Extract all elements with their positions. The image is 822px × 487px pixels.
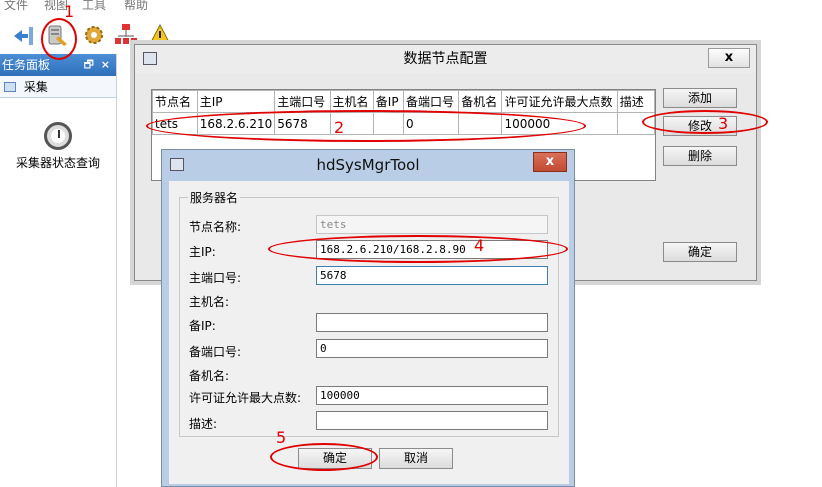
menu-bar: 文件 视图 工具 帮助 [0,0,822,14]
backup-host-label: 备机名: [189,369,230,383]
annotation-number-4: 4 [474,236,485,255]
col-backup-host[interactable]: 备机名 [458,90,503,113]
annotation-number-2: 2 [334,118,345,137]
group-icon [4,82,16,92]
close-button[interactable]: x [708,48,750,68]
ok-button[interactable]: 确定 [663,242,737,262]
menu-file[interactable]: 文件 [4,0,28,13]
annotation-number-5: 5 [276,428,287,447]
edit-node-dialog: hdSysMgrTool x 服务器名 节点名称: tets 主IP: 168.… [161,149,575,487]
collector-status-label: 采集器状态查询 [15,156,100,170]
collector-status-tool[interactable]: 采集器状态查询 [6,122,110,171]
main-host-label: 主机名: [189,295,230,309]
main-ip-label: 主IP: [189,245,216,259]
server-group-title: 服务器名 [188,189,241,206]
backup-port-label: 备端口号: [189,345,242,359]
annotation-ellipse-2 [146,110,586,142]
col-main-ip[interactable]: 主IP [196,90,276,113]
description-field[interactable] [316,411,548,430]
edit-node-title: hdSysMgrTool [316,156,420,174]
settings-gear-icon[interactable] [82,22,106,48]
col-main-port[interactable]: 主端口号 [274,90,331,113]
app-icon [143,52,157,65]
main-port-field[interactable]: 5678 [316,266,548,285]
add-button[interactable]: 添加 [663,88,737,108]
col-node-name[interactable]: 节点名 [152,90,198,113]
col-description[interactable]: 描述 [616,90,656,113]
edit-node-titlebar: hdSysMgrTool x [162,150,574,180]
license-max-field[interactable]: 100000 [316,386,548,405]
main-port-label: 主端口号: [189,271,242,285]
task-panel-title: 任务面板 [2,58,51,72]
delete-button[interactable]: 删除 [663,146,737,166]
table-header-row: 节点名 主IP 主端口号 主机名 备IP 备端口号 备机名 许可证允许最大点数 … [152,90,656,113]
node-config-title: 数据节点配置 [403,51,488,67]
annotation-number-3: 3 [718,114,729,133]
task-group-collect[interactable]: 采集 [0,76,116,98]
backup-ip-label: 备IP: [189,319,216,333]
annotation-ellipse-3 [642,110,768,134]
backup-port-field[interactable]: 0 [316,339,548,358]
clock-icon [44,122,72,150]
task-group-label: 采集 [23,80,48,94]
close-button[interactable]: x [533,152,567,172]
pin-icon[interactable]: 🗗 [84,54,94,76]
menu-tools[interactable]: 工具 [82,0,106,13]
task-panel: 任务面板 🗗 × 采集 采集器状态查询 [0,54,117,487]
menu-help[interactable]: 帮助 [124,0,148,13]
annotation-ellipse-1 [41,18,77,60]
node-config-titlebar: 数据节点配置 x [135,45,756,73]
annotation-ellipse-4 [268,235,568,263]
backup-ip-field[interactable] [316,313,548,332]
edit-node-body: 服务器名 节点名称: tets 主IP: 168.2.6.210/168.2.8… [169,181,569,484]
license-max-label: 许可证允许最大点数: [189,391,302,405]
annotation-number-1: 1 [64,2,75,21]
col-backup-port[interactable]: 备端口号 [402,90,460,113]
import-icon[interactable] [12,22,36,48]
col-license-max[interactable]: 许可证允许最大点数 [501,90,618,113]
annotation-ellipse-5 [270,443,378,471]
node-name-label: 节点名称: [189,220,242,234]
node-name-field: tets [316,215,548,234]
app-icon [170,158,184,171]
description-label: 描述: [189,417,218,431]
close-icon[interactable]: × [101,54,110,76]
cancel-button[interactable]: 取消 [379,448,453,469]
